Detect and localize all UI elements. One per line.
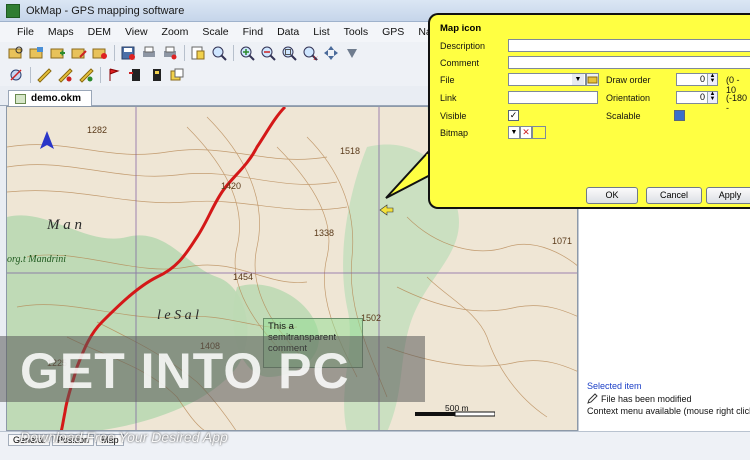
- save-icon[interactable]: [120, 45, 136, 61]
- map-remove-icon[interactable]: [92, 45, 108, 61]
- elevation-label-1282: 1282: [87, 125, 107, 135]
- svg-text:1:1: 1:1: [313, 56, 318, 61]
- open-map-icon[interactable]: [8, 45, 24, 61]
- pencil-icon: [587, 393, 598, 404]
- ok-button[interactable]: OK: [586, 187, 638, 204]
- toolbar-separator: [100, 67, 101, 83]
- map-icon-dialog: Map icon Description Comment File ▼ Link…: [428, 13, 750, 209]
- track-icon[interactable]: [148, 67, 164, 83]
- menu-find[interactable]: Find: [236, 26, 270, 38]
- spinner-arrows-icon[interactable]: ▲ ▼: [707, 73, 717, 85]
- bitmap-dropdown-icon[interactable]: ▼: [508, 126, 520, 139]
- ruler-icon[interactable]: [78, 67, 94, 83]
- zoom-window-icon[interactable]: [281, 45, 297, 61]
- zoom-actual-icon[interactable]: 1:1: [302, 45, 318, 61]
- link-field[interactable]: [508, 91, 598, 104]
- zoom-in-icon[interactable]: [239, 45, 255, 61]
- link-label: Link: [440, 93, 457, 103]
- draw-order-value: 0: [699, 74, 705, 84]
- menu-view[interactable]: View: [118, 26, 155, 38]
- toolbar-separator: [114, 45, 115, 61]
- toolbar-separator: [30, 67, 31, 83]
- cancel-button[interactable]: Cancel: [646, 187, 702, 204]
- description-field[interactable]: [508, 39, 750, 52]
- elevation-label-1518: 1518: [340, 146, 360, 156]
- map-edit-icon[interactable]: [71, 45, 87, 61]
- tab-demo-okm[interactable]: demo.okm: [8, 90, 93, 107]
- bitmap-label: Bitmap: [440, 128, 469, 138]
- place-label-sal: l e S a l: [157, 308, 199, 323]
- gps-satellite-icon[interactable]: [8, 67, 24, 83]
- toolbar-separator: [184, 45, 185, 61]
- elevation-label-1420: 1420: [221, 181, 241, 191]
- map-add-icon[interactable]: [50, 45, 66, 61]
- draw-order-range: (0 - 10: [726, 75, 740, 95]
- menu-tools[interactable]: Tools: [337, 26, 376, 38]
- draw-order-label: Draw order: [606, 75, 651, 85]
- measure-area-icon[interactable]: [57, 67, 73, 83]
- menu-scale[interactable]: Scale: [195, 26, 235, 38]
- toolbar-secondary: [0, 64, 430, 86]
- place-label-mandrini: org.t Mandrini: [7, 254, 66, 265]
- visible-label: Visible: [440, 111, 467, 121]
- waypoint-icon[interactable]: [106, 67, 122, 83]
- map-search-icon[interactable]: [29, 45, 45, 61]
- orientation-spinner[interactable]: 0 ▲ ▼: [676, 91, 718, 104]
- find-icon[interactable]: [211, 45, 227, 61]
- zoom-out-icon[interactable]: [260, 45, 276, 61]
- orientation-range: (-180 -: [726, 93, 748, 113]
- orientation-value: 0: [699, 92, 705, 102]
- window-title: OkMap - GPS mapping software: [26, 4, 185, 17]
- browse-folder-icon[interactable]: [586, 73, 599, 86]
- map-document-icon: [15, 94, 26, 104]
- clear-bitmap-icon[interactable]: ✕: [520, 126, 532, 139]
- comment-label: Comment: [440, 58, 480, 68]
- menu-file[interactable]: File: [10, 26, 41, 38]
- file-label: File: [440, 75, 455, 85]
- layers-icon[interactable]: [169, 67, 185, 83]
- pan-icon[interactable]: [323, 45, 339, 61]
- comment-field[interactable]: [508, 56, 750, 69]
- tab-label: demo.okm: [31, 93, 82, 104]
- print-icon[interactable]: [141, 45, 157, 61]
- menu-data[interactable]: Data: [270, 26, 306, 38]
- menu-list[interactable]: List: [306, 26, 336, 38]
- selected-item-label: Selected item: [587, 381, 642, 391]
- print-preview-icon[interactable]: [162, 45, 178, 61]
- draw-order-spinner[interactable]: 0 ▲ ▼: [676, 73, 718, 86]
- scalable-label: Scalable: [606, 111, 641, 121]
- place-label-man: M a n: [46, 217, 82, 233]
- menu-dem[interactable]: DEM: [81, 26, 118, 38]
- measure-icon[interactable]: [36, 67, 52, 83]
- toolbar-main: 1:1: [0, 42, 430, 64]
- apply-button[interactable]: Apply: [706, 187, 750, 204]
- menu-maps[interactable]: Maps: [41, 26, 81, 38]
- toolbar-separator: [233, 45, 234, 61]
- description-label: Description: [440, 41, 486, 51]
- watermark-text: GET INTO PC: [20, 343, 350, 399]
- orientation-label: Orientation: [606, 93, 651, 103]
- elevation-label-1338: 1338: [314, 228, 334, 238]
- menu-gps[interactable]: GPS: [375, 26, 411, 38]
- status-message-context: Context menu available (mouse right clic…: [587, 406, 750, 416]
- properties-icon[interactable]: [190, 45, 206, 61]
- bitmap-color-swatch[interactable]: [532, 126, 546, 139]
- elevation-label-1454: 1454: [233, 272, 253, 282]
- route-icon[interactable]: [127, 67, 143, 83]
- spinner-arrows-icon[interactable]: ▲ ▼: [707, 91, 717, 103]
- visible-checkbox[interactable]: ✓: [508, 110, 519, 121]
- scalable-checkbox[interactable]: [674, 110, 685, 121]
- scale-label: 500 m: [445, 403, 469, 413]
- pan-down-icon[interactable]: [344, 45, 360, 61]
- app-icon: [6, 3, 20, 18]
- status-message-modified: File has been modified: [601, 394, 692, 404]
- dialog-title: Map icon: [440, 23, 482, 34]
- menu-zoom[interactable]: Zoom: [155, 26, 196, 38]
- watermark-subtext: Download Free Your Desired App: [20, 429, 228, 445]
- scale-bar: 500 m: [415, 403, 496, 417]
- elevation-label-1502: 1502: [361, 313, 381, 323]
- chevron-down-icon[interactable]: ▼: [572, 74, 584, 85]
- elevation-label-1071: 1071: [552, 236, 572, 246]
